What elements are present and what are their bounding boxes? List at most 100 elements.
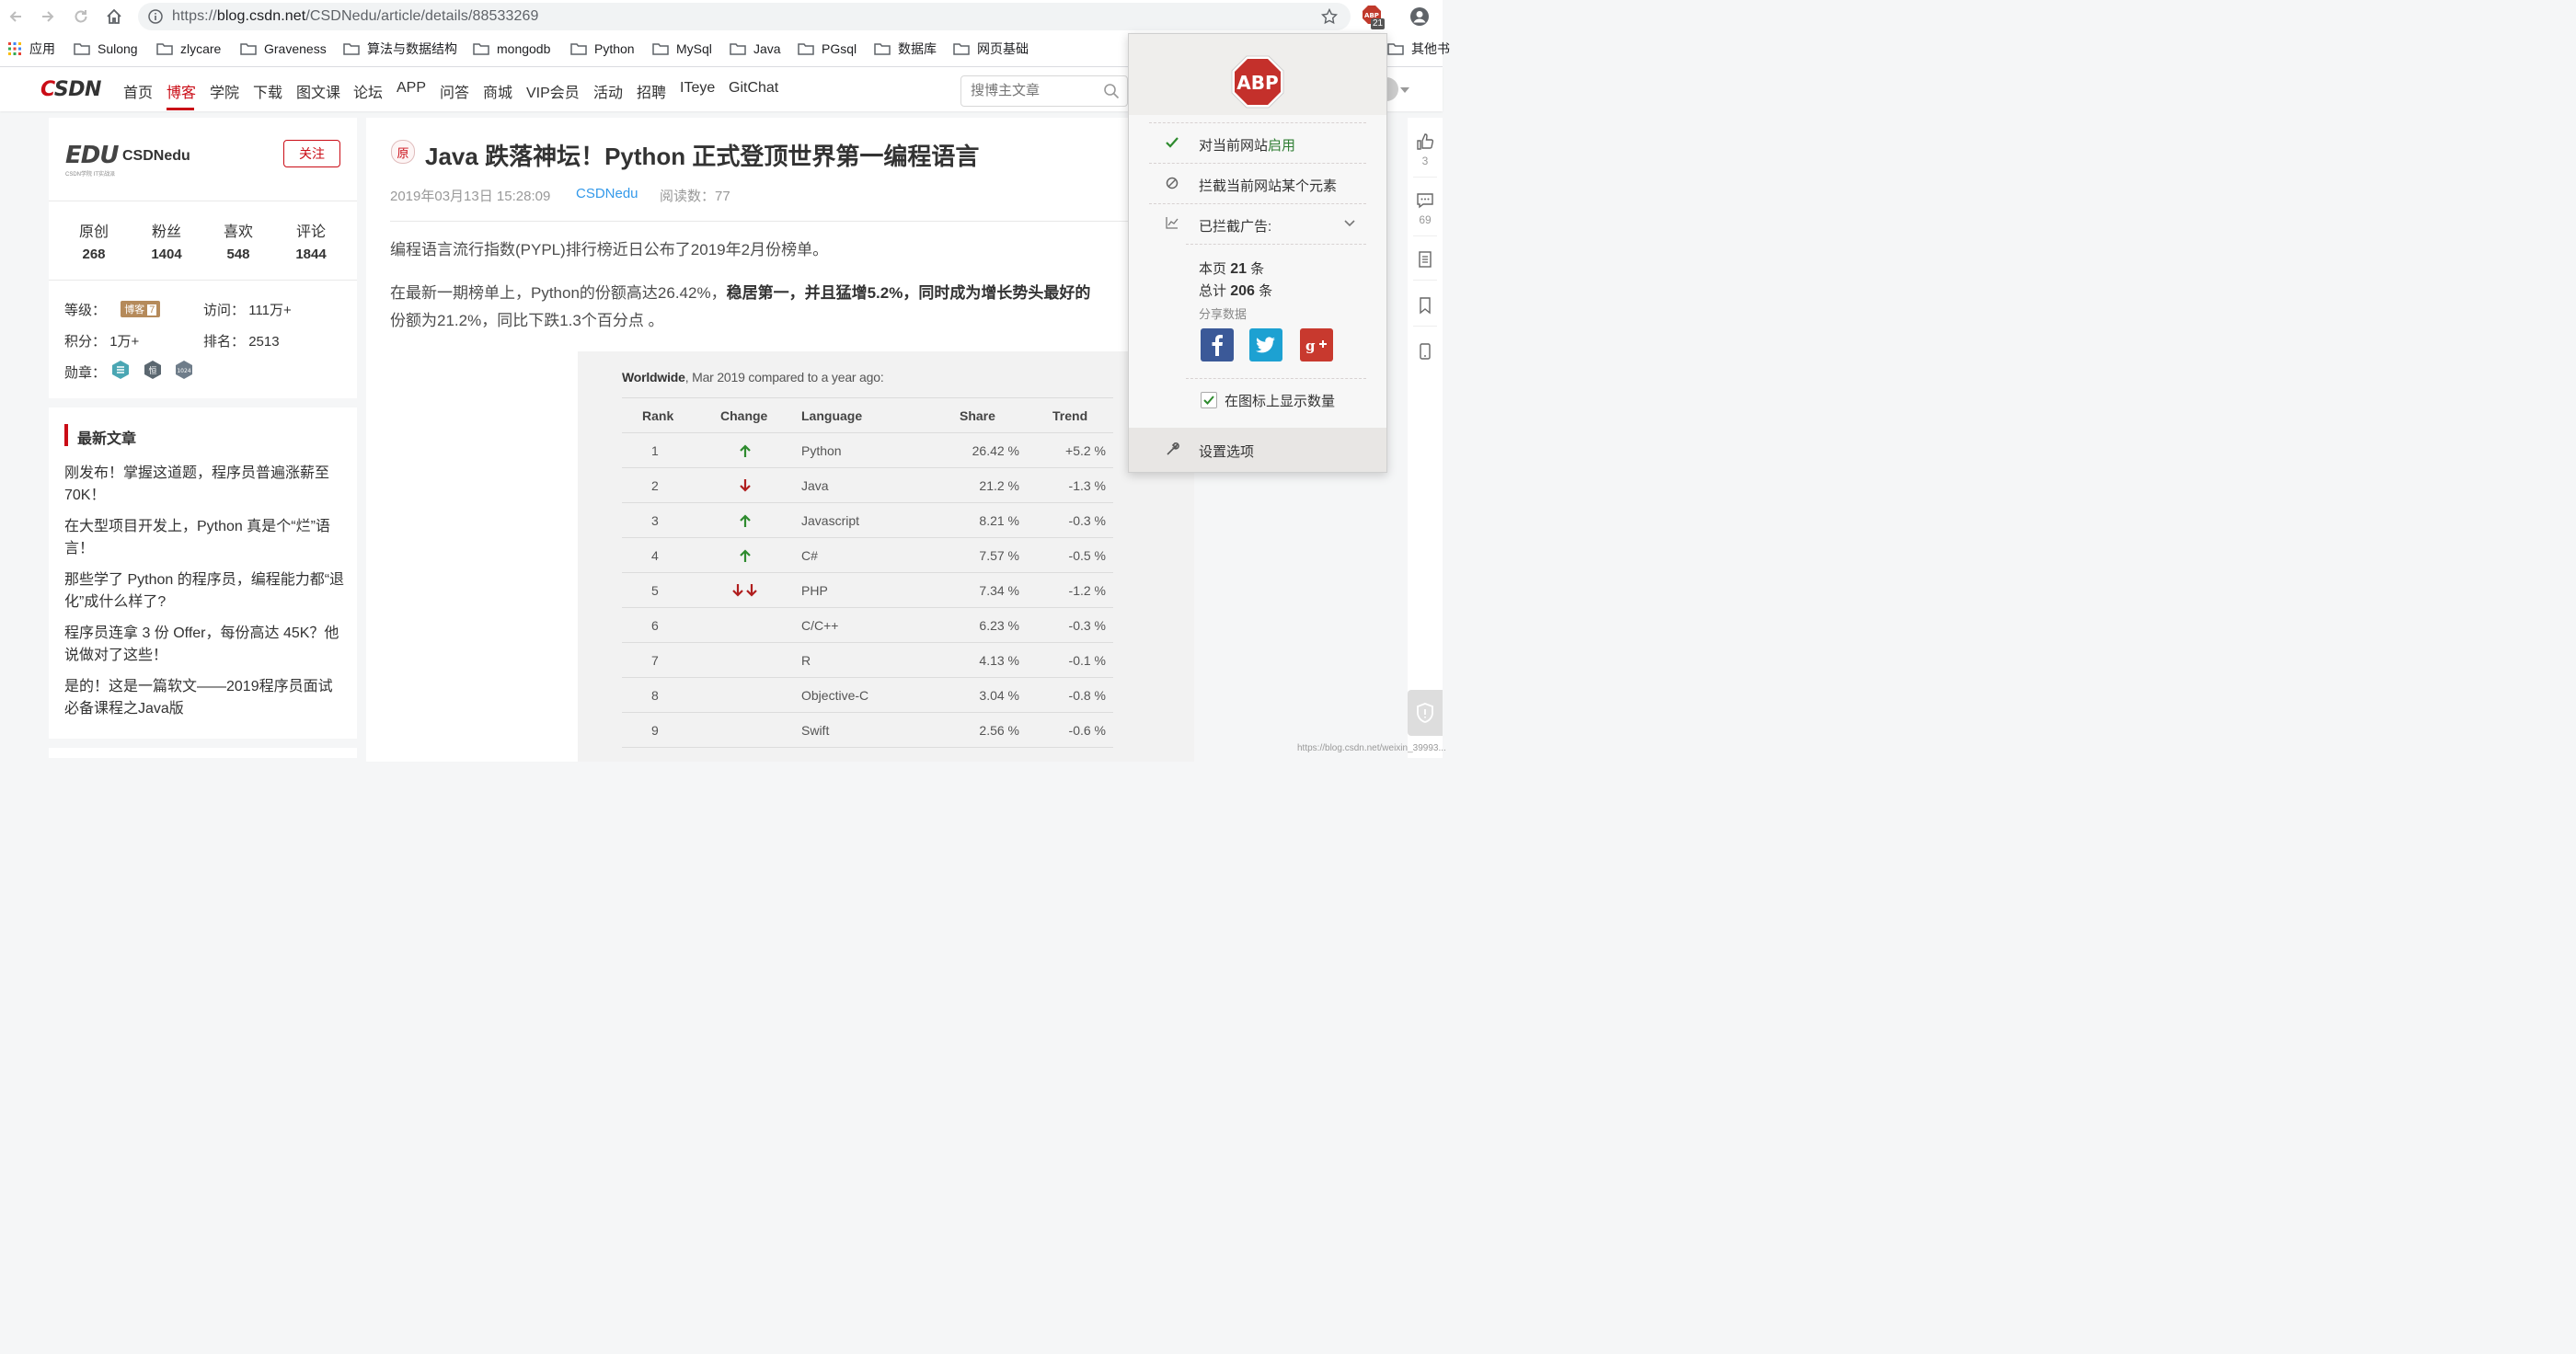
nav-events[interactable]: 活动 [593,80,623,102]
like-button[interactable]: 3 [1408,132,1443,167]
bookmark-folder[interactable]: 数据库 [874,40,937,58]
blog-search[interactable] [960,75,1128,107]
share-twitter-button[interactable] [1249,328,1282,361]
profile-logo[interactable]: EDU CSDN学院 IT实战派 [65,142,121,178]
bookmark-button[interactable] [1408,296,1443,315]
nav-app[interactable]: APP [397,80,426,97]
nav-forum[interactable]: 论坛 [353,80,383,102]
medal-persistence-icon[interactable]: 恒 [143,360,163,380]
share-googleplus-button[interactable]: g [1300,328,1333,361]
article-toolbar: 3 69 [1408,118,1443,758]
column-header: Language [801,408,863,423]
nav-academy[interactable]: 学院 [210,80,239,102]
recent-title: 最新文章 [77,431,137,447]
share-facebook-button[interactable] [1201,328,1234,361]
recent-article-link[interactable]: 刚发布！掌握这道题，程序员普遍涨薪至 70K！ [64,463,345,507]
bookmark-folder[interactable]: PGsql [798,40,857,58]
star-icon[interactable] [1321,8,1338,25]
share-cell: 21.2 % [979,478,1019,493]
recent-article-link[interactable]: 在大型项目开发上，Python 真是个“烂”语 言！ [64,516,345,560]
chevron-down-icon[interactable] [1344,220,1355,227]
article-title: Java 跌落神坛！Python 正式登顶世界第一编程语言 [425,143,980,170]
divider [1149,122,1366,124]
bookmark-apps[interactable]: 应用 [7,40,55,58]
back-button[interactable] [5,6,27,28]
abp-settings-label[interactable]: 设置选项 [1199,442,1254,461]
rank-cell: 5 [651,583,659,598]
bookmark-folder[interactable]: Sulong [74,40,138,58]
nav-blog[interactable]: 博客 [167,80,196,102]
bookmark-folder[interactable]: mongodb [473,40,550,58]
nav-vip[interactable]: VIP会员 [526,80,580,102]
trend-cell: -0.8 % [1068,688,1106,703]
bookmark-folder[interactable]: 网页基础 [953,40,1029,58]
google-plus-icon: g [1305,338,1327,354]
wrench-icon [1167,442,1179,455]
folder-icon [953,43,970,55]
bookmark-folder[interactable]: 其他书 [1387,40,1450,58]
thumbs-up-icon [1417,133,1434,150]
bookmark-folder[interactable]: MySql [652,40,712,58]
bookmark-folder[interactable]: zlycare [156,40,221,58]
nav-course[interactable]: 图文课 [296,80,340,102]
security-tab[interactable] [1408,690,1443,736]
language-cell: Swift [801,723,830,738]
stat-comments: 评论 1844 [295,224,327,262]
medal-1024-icon[interactable]: 1024 [174,360,194,380]
profile-name[interactable]: CSDNedu [122,148,190,165]
abp-site-enabled[interactable]: 对当前网站启用 [1199,135,1295,155]
phone-icon [1420,343,1431,360]
contents-button[interactable] [1408,250,1443,269]
csdn-logo[interactable]: CSDN [40,78,101,101]
recent-article-link[interactable]: 程序员连拿 3 份 Offer，每份高达 45K？他 说做对了这些！ [64,623,345,667]
abp-blocked-label[interactable]: 已拦截广告: [1199,216,1271,235]
nav-download[interactable]: 下载 [253,80,282,102]
forward-button[interactable] [37,6,59,28]
comment-button[interactable]: 69 [1408,191,1443,226]
profile-button[interactable] [1409,6,1430,27]
language-cell: Javascript [801,513,860,528]
recent-article-link[interactable]: 那些学了 Python 的程序员，编程能力都“退 化”成什么样了? [64,569,345,614]
svg-text:恒: 恒 [148,365,156,376]
nav-home[interactable]: 首页 [123,80,153,102]
nav-mall[interactable]: 商城 [483,80,512,102]
trend-cell: -0.3 % [1068,618,1106,633]
share-cell: 6.23 % [979,618,1019,633]
divider [1413,280,1437,281]
table-row: 5 PHP 7.34 % -1.2 % [578,573,1194,608]
abp-settings-row[interactable]: 设置选项 [1129,428,1386,472]
bookmark-folder[interactable]: Graveness [240,40,327,58]
search-icon[interactable] [1103,83,1120,99]
show-count-checkbox[interactable] [1201,392,1217,408]
abp-extension-button[interactable]: ABP 21 [1362,5,1386,29]
search-input[interactable] [969,82,1101,99]
abp-block-element[interactable]: 拦截当前网站某个元素 [1199,176,1337,195]
mobile-button[interactable] [1408,342,1443,361]
nav-jobs[interactable]: 招聘 [637,80,666,102]
show-count-label[interactable]: 在图标上显示数量 [1225,391,1335,410]
medal-list-icon[interactable] [110,360,131,380]
follow-button[interactable]: 关注 [283,140,340,167]
share-cell: 3.04 % [979,688,1019,703]
rank-row: 排名： 2513 [203,334,280,350]
reload-button[interactable] [70,6,92,28]
address-bar[interactable]: https://blog.csdn.net/CSDNedu/article/de… [138,3,1351,30]
rank-cell: 3 [651,513,659,528]
extension-badge: 21 [1371,18,1386,29]
bookmark-folder[interactable]: 算法与数据结构 [343,40,457,58]
share-cell: 7.34 % [979,583,1019,598]
url-text[interactable]: https://blog.csdn.net/CSDNedu/article/de… [172,8,539,25]
home-button[interactable] [103,6,125,28]
nav-iteye[interactable]: ITeye [680,80,715,97]
share-cell: 2.56 % [979,723,1019,738]
recent-article-link[interactable]: 是的！这是一篇软文——2019程序员面试 必备课程之Java版 [64,676,345,720]
section-marker [64,424,68,446]
bookmark-folder[interactable]: Python [570,40,635,58]
nav-qa[interactable]: 问答 [440,80,469,102]
article-author[interactable]: CSDNedu [576,186,638,201]
language-cell: Java [801,478,829,493]
column-header: Rank [642,408,674,423]
nav-gitchat[interactable]: GitChat [729,80,778,97]
double-arrow-down-icon [732,584,757,597]
bookmark-folder[interactable]: Java [730,40,781,58]
